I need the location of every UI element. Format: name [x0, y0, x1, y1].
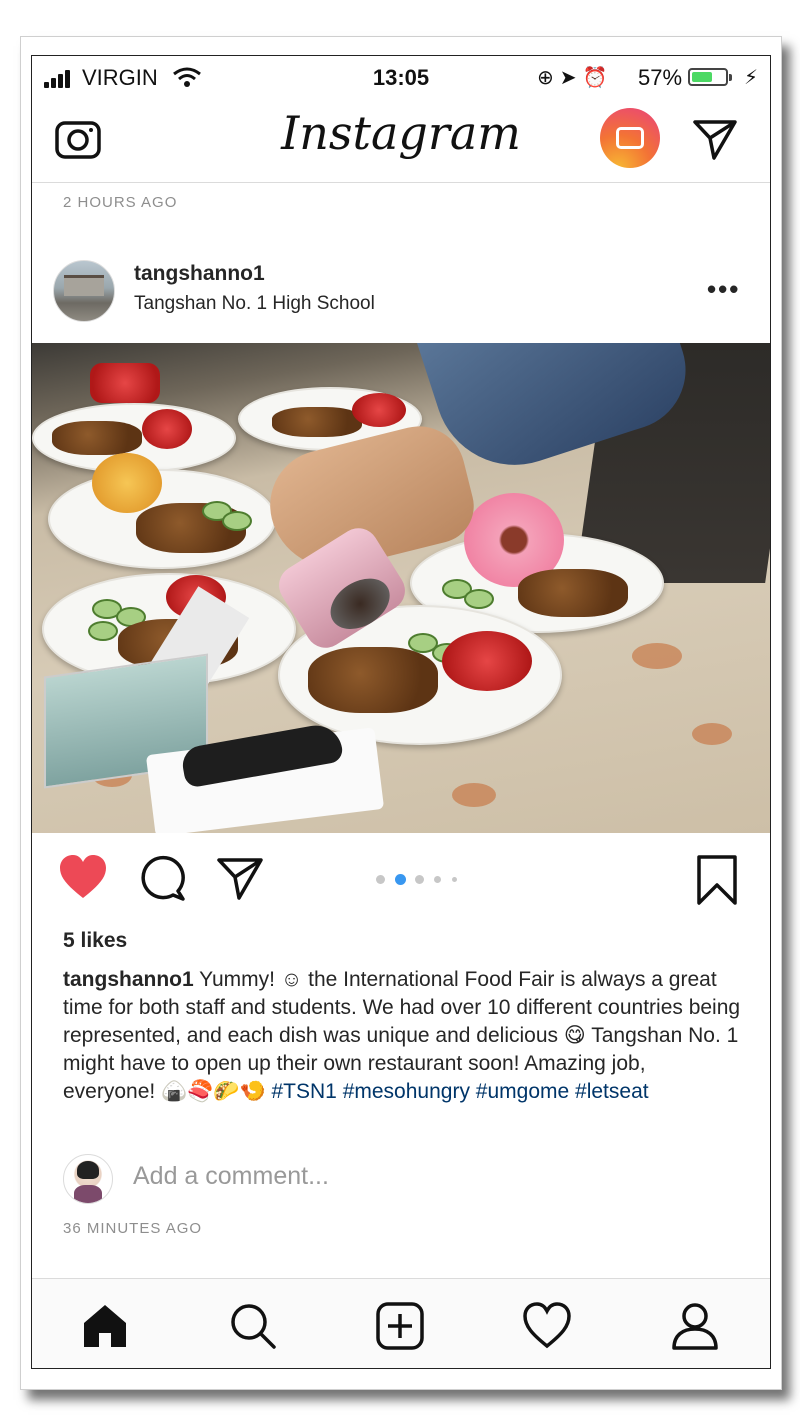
- hashtag-link[interactable]: #letseat: [575, 1080, 649, 1103]
- charging-icon: ⚡: [744, 67, 759, 89]
- carousel-dot-active: [395, 874, 406, 885]
- activity-icon[interactable]: [522, 1301, 572, 1351]
- hashtag-link[interactable]: #umgome: [476, 1080, 569, 1103]
- carousel-dot: [434, 876, 441, 883]
- profile-icon[interactable]: [670, 1301, 720, 1351]
- post-location[interactable]: Tangshan No. 1 High School: [134, 293, 375, 315]
- bottom-tab-bar: [32, 1278, 770, 1368]
- rotation-lock-icon: ⊕: [537, 67, 560, 89]
- carousel-dot: [415, 875, 424, 884]
- current-user-avatar: [63, 1154, 113, 1204]
- like-heart-icon[interactable]: [58, 854, 108, 900]
- caption-text: Yummy!: [193, 968, 281, 991]
- hashtag-link[interactable]: #mesohungry: [343, 1080, 470, 1103]
- new-post-icon[interactable]: [375, 1301, 425, 1351]
- location-icon: ➤: [559, 67, 583, 89]
- comment-icon[interactable]: [138, 854, 186, 902]
- bookmark-icon[interactable]: [694, 854, 740, 906]
- battery-icon: [688, 68, 732, 86]
- carousel-dot: [376, 875, 385, 884]
- igtv-icon[interactable]: [600, 108, 660, 168]
- phone-screen: VIRGIN 13:05 ⊕➤⏰ 57% ⚡ Instagram 2 HOURS…: [31, 55, 771, 1369]
- home-icon[interactable]: [80, 1301, 130, 1351]
- app-header: Instagram: [32, 100, 770, 183]
- status-bar: VIRGIN 13:05 ⊕➤⏰ 57% ⚡: [32, 56, 770, 100]
- more-options-icon[interactable]: •••: [707, 274, 740, 305]
- hashtag-link[interactable]: #TSN1: [272, 1080, 337, 1103]
- share-icon[interactable]: [216, 854, 264, 902]
- yum-emoji: 😋: [563, 1024, 586, 1047]
- add-comment-input[interactable]: [131, 1161, 695, 1192]
- post-image[interactable]: [32, 343, 770, 833]
- like-count[interactable]: 5 likes: [63, 929, 127, 953]
- direct-message-icon[interactable]: [692, 116, 738, 162]
- food-emojis: 🍙🍣🌮🍤: [161, 1080, 266, 1103]
- previous-post-timestamp: 2 HOURS AGO: [63, 194, 178, 211]
- post-caption: tangshanno1 Yummy! ☺ the International F…: [63, 966, 743, 1106]
- post-author-username[interactable]: tangshanno1: [134, 262, 265, 286]
- post-author-avatar[interactable]: [53, 260, 115, 322]
- carousel-dot: [452, 877, 457, 882]
- search-icon[interactable]: [228, 1301, 278, 1351]
- alarm-icon: ⏰: [582, 67, 614, 89]
- post-timestamp: 36 MINUTES AGO: [63, 1220, 203, 1237]
- battery-percent: 57%: [638, 65, 683, 90]
- status-icons: ⊕➤⏰: [537, 65, 613, 90]
- caption-username[interactable]: tangshanno1: [63, 968, 194, 991]
- smile-emoji: ☺: [280, 968, 303, 991]
